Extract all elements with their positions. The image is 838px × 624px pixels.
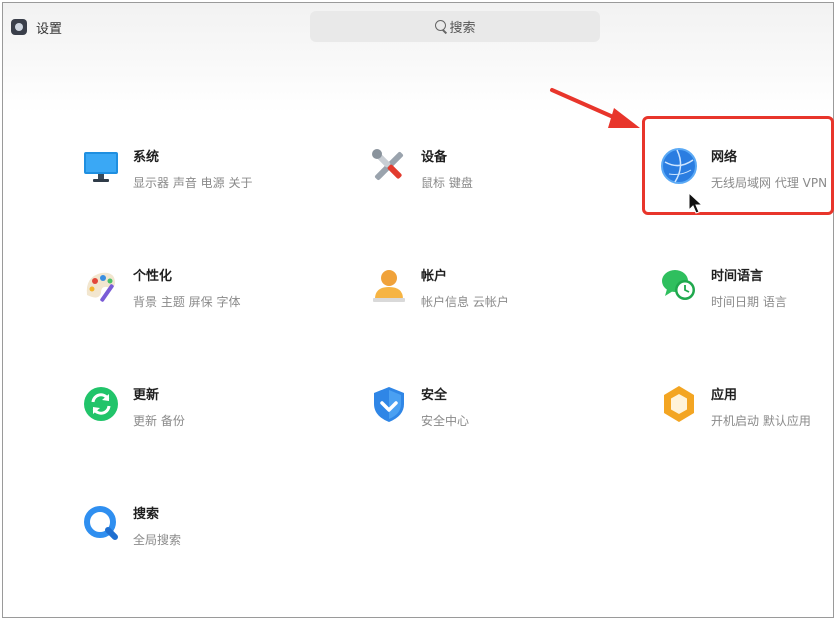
apps-icon: [659, 384, 699, 424]
red-arrow-annotation: [550, 88, 640, 128]
shield-icon: [369, 384, 409, 424]
settings-app-icon: [11, 19, 27, 35]
tile-search[interactable]: 搜索 全局搜索: [81, 503, 281, 563]
mouse-cursor-icon: [688, 192, 704, 214]
search-input[interactable]: 搜索: [310, 11, 600, 42]
tile-name: 时间语言: [711, 269, 764, 284]
palette-icon: [81, 265, 121, 305]
tile-personalization[interactable]: 个性化 背景 主题 屏保 字体: [81, 265, 281, 325]
tools-icon: [369, 146, 409, 186]
tile-name: 个性化: [133, 269, 173, 284]
tile-name: 搜索: [133, 507, 160, 522]
tile-name: 应用: [711, 388, 738, 403]
tile-name: 帐户: [421, 269, 448, 284]
tile-name: 安全: [421, 388, 448, 403]
network-highlight-box: [642, 116, 834, 215]
tile-time-language[interactable]: 时间语言 时间日期 语言: [659, 265, 833, 325]
tile-name: 更新: [133, 388, 160, 403]
monitor-icon: [81, 146, 121, 186]
tile-name: 设备: [421, 150, 448, 165]
search-icon: [81, 503, 121, 543]
tile-system[interactable]: 系统 显示器 声音 电源 关于: [81, 146, 281, 206]
tile-desc: 鼠标 键盘: [421, 176, 473, 190]
tile-desc: 安全中心: [421, 414, 470, 428]
tile-desc: 开机启动 默认应用: [711, 414, 811, 428]
tile-accounts[interactable]: 帐户 帐户信息 云帐户: [369, 265, 569, 325]
user-icon: [369, 265, 409, 305]
tile-devices[interactable]: 设备 鼠标 键盘: [369, 146, 569, 206]
update-icon: [81, 384, 121, 424]
tile-desc: 全局搜索: [133, 533, 182, 547]
time-language-icon: [659, 265, 699, 305]
tile-update[interactable]: 更新 更新 备份: [81, 384, 281, 444]
tile-security[interactable]: 安全 安全中心: [369, 384, 569, 444]
tile-name: 系统: [133, 150, 160, 165]
tile-apps[interactable]: 应用 开机启动 默认应用: [659, 384, 833, 444]
window-title: 设置: [36, 22, 63, 37]
tile-desc: 背景 主题 屏保 字体: [133, 295, 241, 309]
search-icon: [434, 20, 447, 33]
tile-desc: 更新 备份: [133, 414, 185, 428]
settings-window: 设置 搜索 系统 显示器 声音 电源 关于 设备 鼠标 键盘 网络 无线局域网 …: [2, 2, 834, 618]
search-placeholder: 搜索: [449, 21, 476, 36]
tile-desc: 帐户信息 云帐户: [421, 295, 509, 309]
tile-desc: 时间日期 语言: [711, 295, 787, 309]
tile-desc: 显示器 声音 电源 关于: [133, 176, 253, 190]
